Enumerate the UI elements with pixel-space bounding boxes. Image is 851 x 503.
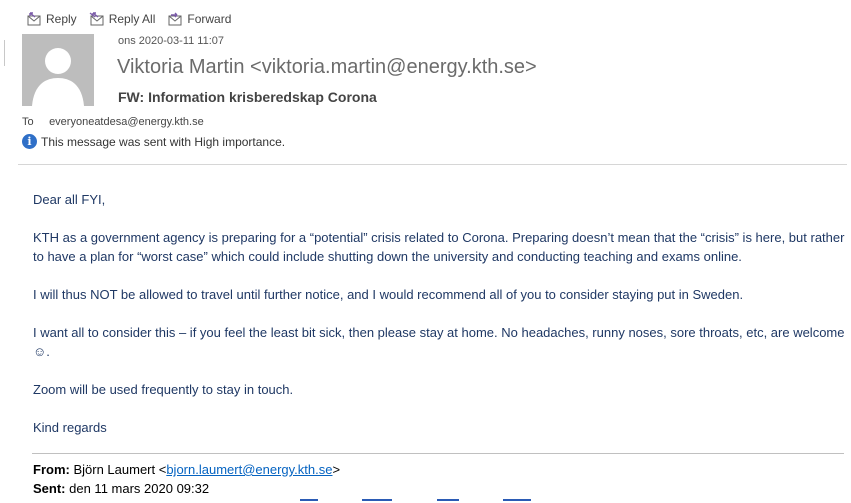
quoted-sent-row: Sent: den 11 mars 2020 09:32 bbox=[33, 479, 340, 498]
cut-fragment bbox=[436, 499, 459, 501]
sender-name[interactable]: Viktoria Martin <viktoria.martin@energy.… bbox=[117, 56, 537, 79]
left-pane-edge bbox=[0, 40, 5, 66]
person-silhouette-icon bbox=[22, 34, 94, 106]
forward-icon bbox=[168, 12, 182, 26]
reply-all-button[interactable]: Reply All bbox=[89, 12, 156, 26]
quoted-header: From: Björn Laumert <bjorn.laumert@energ… bbox=[33, 460, 340, 498]
reply-icon bbox=[27, 12, 41, 26]
importance-banner: i This message was sent with High import… bbox=[22, 134, 285, 149]
reply-all-label: Reply All bbox=[108, 12, 156, 26]
message-toolbar: Reply Reply All Forward bbox=[26, 10, 243, 28]
body-paragraph: I want all to consider this – if you fee… bbox=[33, 325, 845, 359]
message-subject: FW: Information krisberedskap Corona bbox=[118, 89, 377, 105]
forward-label: Forward bbox=[187, 12, 232, 26]
quoted-from-close: > bbox=[332, 462, 341, 477]
message-body: Dear all FYI, KTH as a government agency… bbox=[33, 190, 845, 456]
quoted-sent-label: Sent: bbox=[33, 481, 66, 496]
body-paragraph: Zoom will be used frequently to stay in … bbox=[33, 382, 294, 397]
cut-fragment bbox=[503, 499, 532, 501]
cut-fragment bbox=[300, 499, 318, 501]
info-icon: i bbox=[22, 134, 37, 149]
body-paragraph: KTH as a government agency is preparing … bbox=[33, 230, 845, 264]
sender-avatar bbox=[22, 34, 94, 106]
reply-button[interactable]: Reply bbox=[26, 12, 77, 26]
reply-all-icon bbox=[89, 12, 104, 26]
message-date: ons 2020-03-11 11:07 bbox=[118, 35, 225, 47]
to-label: To bbox=[22, 116, 34, 128]
quoted-from-row: From: Björn Laumert <bjorn.laumert@energ… bbox=[33, 460, 340, 479]
body-paragraph: Kind regards bbox=[33, 420, 107, 435]
quoted-from-label: From: bbox=[33, 462, 70, 477]
body-paragraph: I will thus NOT be allowed to travel unt… bbox=[33, 287, 744, 302]
to-recipient[interactable]: everyoneatdesa@energy.kth.se bbox=[49, 116, 204, 128]
importance-text: This message was sent with High importan… bbox=[41, 134, 286, 149]
quoted-sent-value: den 11 mars 2020 09:32 bbox=[69, 481, 210, 496]
reply-label: Reply bbox=[46, 12, 77, 26]
truncated-next-line bbox=[300, 499, 720, 503]
cut-fragment bbox=[362, 499, 393, 501]
header-divider bbox=[18, 164, 847, 165]
quoted-from-email-link[interactable]: bjorn.laumert@energy.kth.se bbox=[166, 462, 332, 477]
forward-button[interactable]: Forward bbox=[167, 12, 231, 26]
body-paragraph: Dear all FYI, bbox=[33, 192, 106, 207]
quoted-from-name: Björn Laumert < bbox=[73, 462, 167, 477]
recipients-row: To everyoneatdesa@energy.kth.se bbox=[22, 116, 204, 128]
quoted-divider bbox=[32, 453, 844, 454]
